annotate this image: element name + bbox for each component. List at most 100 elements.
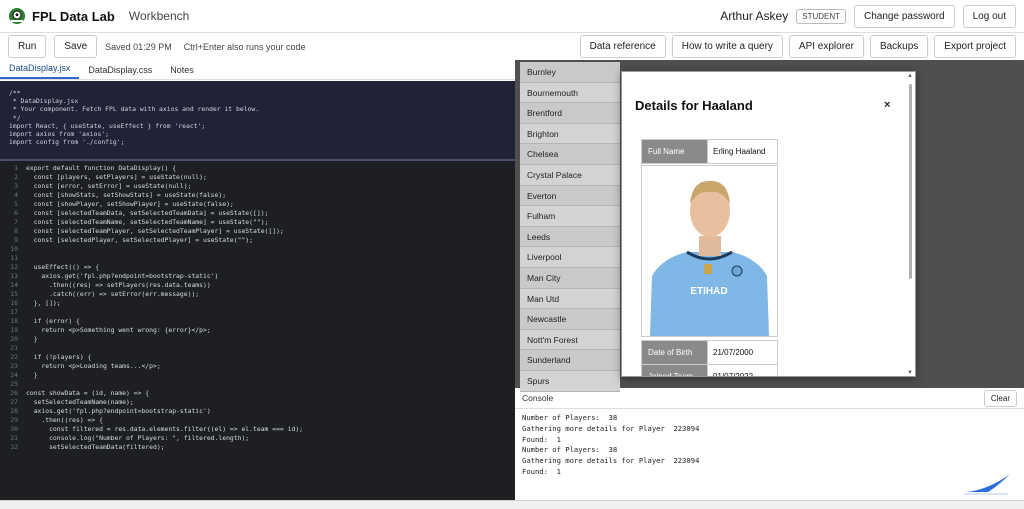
code-line[interactable]: 3 const [error, setError] = useState(nul… [0, 182, 515, 191]
svg-text:ETIHAD: ETIHAD [690, 286, 727, 297]
tab-datadisplay-css[interactable]: DataDisplay.css [79, 61, 161, 79]
console-title: Console [522, 393, 554, 403]
code-line[interactable]: 5 const [showPlayer, setShowPlayer] = us… [0, 200, 515, 209]
user-area: Arthur Askey STUDENT Change password Log… [720, 4, 1016, 28]
code-line[interactable]: 23 return <p>Loading teams...</p>; [0, 362, 515, 371]
code-text: console.log("Number of Players: ", filte… [26, 434, 250, 442]
joined-value: 01/07/2022 [707, 364, 778, 376]
code-line[interactable]: 26 const showData = (id, name) => { [0, 389, 515, 398]
code-line[interactable]: 7 const [selectedTeamName, setSelectedTe… [0, 218, 515, 227]
team-row[interactable]: Leeds [520, 226, 620, 248]
api-explorer-button[interactable]: API explorer [788, 35, 864, 58]
code-line[interactable]: 1 export default function DataDisplay() { [0, 164, 515, 173]
code-text: return <p>Loading teams...</p>; [26, 362, 161, 370]
team-row[interactable]: Fulham [520, 206, 620, 227]
code-line[interactable]: 31 console.log("Number of Players: ", fi… [0, 434, 515, 443]
code-text: } [26, 335, 38, 343]
clear-console-button[interactable]: Clear [983, 389, 1017, 407]
code-line[interactable]: 25 [0, 380, 515, 389]
player-dates-table: Date of Birth 21/07/2000 Joined Team 01/… [641, 340, 778, 376]
code-line[interactable]: 2 const [players, setPlayers] = useState… [0, 173, 515, 182]
code-line[interactable]: 15 .catch((err) => setError(err.message)… [0, 290, 515, 299]
dob-row: Date of Birth 21/07/2000 [641, 340, 778, 365]
code-text: const showData = (id, name) => { [26, 389, 150, 397]
code-line[interactable]: 30 const filtered = res.data.elements.fi… [0, 425, 515, 434]
line-number: 6 [14, 209, 18, 217]
line-number: 22 [10, 353, 18, 361]
team-row[interactable]: Sunderland [520, 350, 620, 371]
team-list: Burnley Bournemouth Brentford Brighton Chels… [520, 62, 620, 392]
code-editor[interactable]: 1 export default function DataDisplay() {… [0, 161, 515, 500]
team-row[interactable]: Nott'm Forest [520, 329, 620, 351]
team-row[interactable]: Brentford [520, 103, 620, 124]
full-name-label: Full Name [641, 139, 708, 164]
logout-button[interactable]: Log out [962, 4, 1016, 28]
player-details-modal: Details for Haaland × ▲ ▼ Full Name Erli… [621, 71, 916, 377]
scroll-down-icon[interactable]: ▼ [907, 370, 913, 376]
code-line[interactable]: 17 [0, 308, 515, 317]
status-bar [0, 500, 1024, 509]
code-line[interactable]: 9 const [selectedPlayer, setSelectedPlay… [0, 236, 515, 245]
code-text: const [selectedTeamPlayer, setSelectedTe… [26, 227, 284, 235]
team-row[interactable]: Burnley [520, 62, 620, 83]
code-text: const [showStats, setShowStats] = useSta… [26, 191, 227, 199]
code-line[interactable]: 16 }, []); [0, 299, 515, 308]
save-button[interactable]: Save [54, 35, 98, 58]
how-to-query-button[interactable]: How to write a query [671, 35, 783, 58]
toolbar-right: Data reference How to write a query API … [579, 35, 1016, 58]
code-line[interactable]: 6 const [selectedTeamData, setSelectedTe… [0, 209, 515, 218]
code-line[interactable]: 10 [0, 245, 515, 254]
code-line[interactable]: 27 setSelectedTeamName(name); [0, 398, 515, 407]
code-text: .then((res) => setPlayers(res.data.teams… [26, 281, 211, 289]
code-line[interactable]: 28 axios.get('fpl.php?endpoint=bootstrap… [0, 407, 515, 416]
code-line[interactable]: 29 .then((res) => { [0, 416, 515, 425]
scroll-thumb[interactable] [909, 84, 912, 279]
team-row[interactable]: Man Utd [520, 288, 620, 310]
line-number: 14 [10, 281, 18, 289]
code-line[interactable]: 20 } [0, 335, 515, 344]
code-line[interactable]: 22 if (!players) { [0, 353, 515, 362]
code-line[interactable]: 32 setSelectedTeamData(filtered); [0, 443, 515, 452]
backups-button[interactable]: Backups [869, 35, 929, 58]
team-row[interactable]: Bournemouth [520, 82, 620, 104]
tab-notes[interactable]: Notes [161, 61, 203, 79]
code-text: const [error, setError] = useState(null)… [26, 182, 192, 190]
team-row[interactable]: Newcastle [520, 309, 620, 330]
code-text: const [selectedTeamData, setSelectedTeam… [26, 209, 269, 217]
code-text: if (error) { [26, 317, 80, 325]
team-row[interactable]: Liverpool [520, 247, 620, 268]
change-password-button[interactable]: Change password [854, 4, 955, 28]
user-name: Arthur Askey [720, 9, 789, 23]
code-line[interactable]: 13 axios.get('fpl.php?endpoint=bootstrap… [0, 272, 515, 281]
team-row[interactable]: Chelsea [520, 144, 620, 165]
close-icon[interactable]: × [884, 99, 890, 111]
data-reference-button[interactable]: Data reference [579, 35, 666, 58]
code-line[interactable]: 24 } [0, 371, 515, 380]
code-line[interactable]: 14 .then((res) => setPlayers(res.data.te… [0, 281, 515, 290]
tab-datadisplay-jsx[interactable]: DataDisplay.jsx [0, 59, 80, 79]
team-row[interactable]: Brighton [520, 123, 620, 145]
code-line[interactable]: 19 return <p>Something went wrong: {erro… [0, 326, 515, 335]
line-number: 13 [10, 272, 18, 280]
line-number: 24 [10, 371, 18, 379]
line-number: 26 [10, 389, 18, 397]
code-line[interactable]: 8 const [selectedTeamPlayer, setSelected… [0, 227, 515, 236]
line-number: 27 [10, 398, 18, 406]
app-title: FPL Data Lab [32, 8, 115, 24]
line-number: 32 [10, 443, 18, 451]
team-row[interactable]: Crystal Palace [520, 164, 620, 186]
code-line[interactable]: 11 [0, 254, 515, 263]
team-row[interactable]: Everton [520, 185, 620, 207]
scroll-up-icon[interactable]: ▲ [907, 73, 913, 79]
export-project-button[interactable]: Export project [934, 35, 1016, 58]
code-text: if (!players) { [26, 353, 92, 361]
code-text: .catch((err) => setError(err.message)); [26, 290, 200, 298]
team-row[interactable]: Man City [520, 267, 620, 289]
code-line[interactable]: 12 useEffect(() => { [0, 263, 515, 272]
line-number: 1 [14, 164, 18, 172]
run-button[interactable]: Run [8, 35, 47, 58]
code-line[interactable]: 18 if (error) { [0, 317, 515, 326]
run-hint: Ctrl+Enter also runs your code [183, 41, 306, 52]
code-line[interactable]: 21 [0, 344, 515, 353]
code-line[interactable]: 4 const [showStats, setShowStats] = useS… [0, 191, 515, 200]
